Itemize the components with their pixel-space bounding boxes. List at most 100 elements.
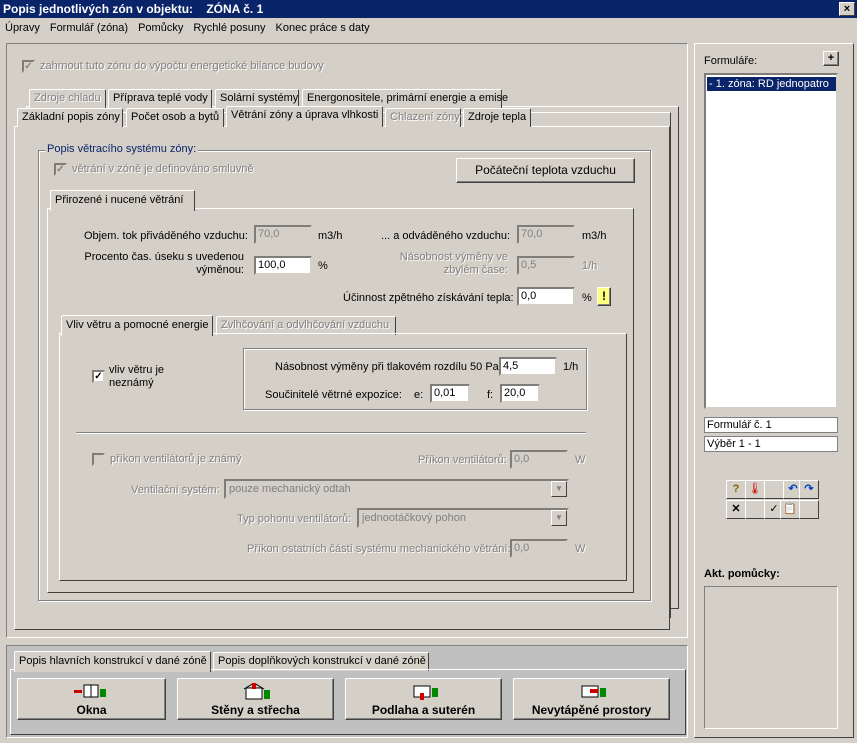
blank-tool-icon[interactable] xyxy=(764,480,784,499)
tab-zakladni-popis[interactable]: Základní popis zóny xyxy=(17,108,123,127)
initial-temp-button[interactable]: Počáteční teplota vzduchu xyxy=(456,158,635,183)
rest-label-1: Násobnost výměny ve xyxy=(399,251,508,263)
forms-label: Formuláře: xyxy=(704,55,758,67)
exhaust-unit: m3/h xyxy=(582,230,607,242)
e-input[interactable]: 0,01 xyxy=(430,384,470,403)
aids-label: Akt. pomůcky: xyxy=(704,568,780,580)
other-power-input[interactable]: 0,0 xyxy=(510,539,568,558)
recovery-label: Účinnost zpětného získávání tepla: xyxy=(343,292,514,304)
tree-item-zone-1[interactable]: - 1. zóna: RD jednopatro xyxy=(707,77,836,91)
tab-chlazeni-zony[interactable]: Chlazení zóny xyxy=(385,108,461,127)
unheated-spaces-button[interactable]: Nevytápěné prostory xyxy=(513,678,670,720)
window-title: Popis jednotlivých zón v objektu: ZÓNA č… xyxy=(0,0,857,18)
rest-input[interactable]: 0,5 xyxy=(517,256,575,275)
percent-label: Procento čas. úseku s uvedenou výměnou: xyxy=(78,251,244,277)
f-input[interactable]: 20,0 xyxy=(500,384,540,403)
include-zone-checkbox[interactable]: ✓ xyxy=(22,60,35,73)
e-label: e: xyxy=(414,389,424,401)
help-icon[interactable]: ? xyxy=(726,480,746,499)
recovery-input[interactable]: 0,0 xyxy=(517,287,575,306)
tab-wind-energy[interactable]: Vliv větru a pomocné energie xyxy=(61,315,213,336)
menu-pomucky[interactable]: Pomůcky xyxy=(133,19,188,38)
walls-roof-button[interactable]: Stěny a střecha xyxy=(177,678,334,720)
menu-upravy[interactable]: Úpravy xyxy=(0,19,45,38)
thermometer-icon[interactable]: 🌡 xyxy=(745,480,765,499)
tab-pocet-osob[interactable]: Počet osob a bytů xyxy=(126,108,224,127)
fan-power-label: Příkon ventilátorů: xyxy=(418,454,507,466)
other-power-label: Příkon ostatních částí systému mechanick… xyxy=(247,543,511,555)
add-form-button[interactable]: + xyxy=(823,51,839,66)
exhaust-label: ... a odváděného vzduchu: xyxy=(381,230,511,242)
n50-input[interactable]: 4,5 xyxy=(499,357,557,376)
wind-unknown-checkbox[interactable]: ✓ xyxy=(92,370,105,383)
contract-label: větrání v zóně je definováno smluvně xyxy=(72,163,254,175)
wind-unknown-label: vliv větru je neznámý xyxy=(109,364,164,390)
tab-vetrani-zony[interactable]: Větrání zóny a úprava vlhkosti xyxy=(226,106,383,127)
supply-label: Objem. tok přiváděného vzduchu: xyxy=(84,230,248,242)
include-zone-label: zahrnout tuto zónu do výpočtu energetick… xyxy=(40,60,324,72)
fan-power-input[interactable]: 0,0 xyxy=(510,450,568,469)
tab-main-constructions[interactable]: Popis hlavních konstrukcí v dané zóně xyxy=(14,651,211,672)
percent-input[interactable]: 100,0 xyxy=(254,256,312,275)
chevron-down-icon[interactable]: ▼ xyxy=(551,510,567,526)
chevron-down-icon[interactable]: ▼ xyxy=(551,481,567,497)
drive-select[interactable]: jednootáčkový pohon ▼ xyxy=(357,508,569,528)
rest-unit: 1/h xyxy=(582,260,598,272)
close-button[interactable]: × xyxy=(839,2,855,16)
contract-checkbox[interactable]: ✓ xyxy=(54,163,67,176)
floor-icon xyxy=(413,685,438,700)
menu-bar: Úpravy Formulář (zóna) Pomůcky Rychlé posun… xyxy=(0,19,857,38)
menu-konec[interactable]: Konec práce s daty xyxy=(271,19,375,38)
tab-priprava-teple-vody[interactable]: Příprava teplé vody xyxy=(108,89,212,108)
windows-button-label: Okna xyxy=(76,703,107,717)
percent-unit: % xyxy=(318,260,328,272)
fan-power-unit: W xyxy=(575,454,586,466)
system-select-value: pouze mechanický odtah xyxy=(229,483,351,495)
other-power-unit: W xyxy=(575,543,586,555)
recovery-info-button[interactable]: ! xyxy=(597,287,611,306)
supply-input[interactable]: 70,0 xyxy=(254,225,312,244)
unheated-spaces-button-label: Nevytápěné prostory xyxy=(531,703,652,717)
clipboard-icon[interactable]: 📋 xyxy=(780,500,800,519)
tab-zdroje-chladu[interactable]: Zdroje chladu xyxy=(29,89,106,108)
menu-formular[interactable]: Formulář (zóna) xyxy=(45,19,133,38)
menu-rychle-posuny[interactable]: Rychlé posuny xyxy=(188,19,270,38)
forms-tree[interactable] xyxy=(704,73,838,409)
system-label: Ventilační systém: xyxy=(131,484,220,496)
floor-basement-button-label: Podlaha a suterén xyxy=(371,703,476,717)
wind-unknown-label-1: vliv větru je xyxy=(109,364,165,376)
drive-label: Typ pohonu ventilátorů: xyxy=(237,513,352,525)
separator xyxy=(76,432,586,434)
floor-basement-button[interactable]: Podlaha a suterén xyxy=(345,678,502,720)
walls-roof-button-label: Stěny a střecha xyxy=(211,703,300,717)
system-select[interactable]: pouze mechanický odtah ▼ xyxy=(224,479,569,499)
redo-icon[interactable]: ↷ xyxy=(799,480,819,499)
fan-known-label: příkon ventilátorů je známý xyxy=(110,453,242,465)
tab-natural-forced[interactable]: Přirozené i nucené větrání xyxy=(50,190,195,211)
tab-zdroje-tepla[interactable]: Zdroje tepla xyxy=(463,108,531,127)
rest-label-2: zbylém čase: xyxy=(443,264,508,276)
wind-unknown-label-2: neznámý xyxy=(109,377,154,389)
drive-select-value: jednootáčkový pohon xyxy=(362,512,466,524)
blank-tool3-icon[interactable] xyxy=(799,500,819,519)
unheated-icon xyxy=(581,685,606,698)
exhaust-input[interactable]: 70,0 xyxy=(517,225,575,244)
form-number-field: Formulář č. 1 xyxy=(704,417,838,433)
windows-button[interactable]: Okna xyxy=(17,678,166,720)
aids-box xyxy=(704,586,838,729)
wall-roof-icon xyxy=(243,683,270,700)
rest-label: Násobnost výměny ve zbylém čase: xyxy=(380,251,508,277)
percent-label-2: výměnou: xyxy=(196,264,244,276)
f-label: f: xyxy=(487,389,494,401)
recovery-unit: % xyxy=(582,292,592,304)
blank-tool2-icon[interactable] xyxy=(745,500,765,519)
delete-icon[interactable]: ✕ xyxy=(726,500,746,519)
n50-label: Násobnost výměny při tlakovém rozdílu 50… xyxy=(275,361,502,373)
supply-unit: m3/h xyxy=(318,230,343,242)
exposure-label: Součinitelé větrné expozice: xyxy=(265,389,402,401)
n50-unit: 1/h xyxy=(563,361,579,373)
selection-field: Výběr 1 - 1 xyxy=(704,436,838,452)
window-icon xyxy=(73,684,106,698)
fan-known-checkbox[interactable] xyxy=(92,453,105,466)
vent-group-title: Popis větracího systému zóny: xyxy=(45,143,199,155)
